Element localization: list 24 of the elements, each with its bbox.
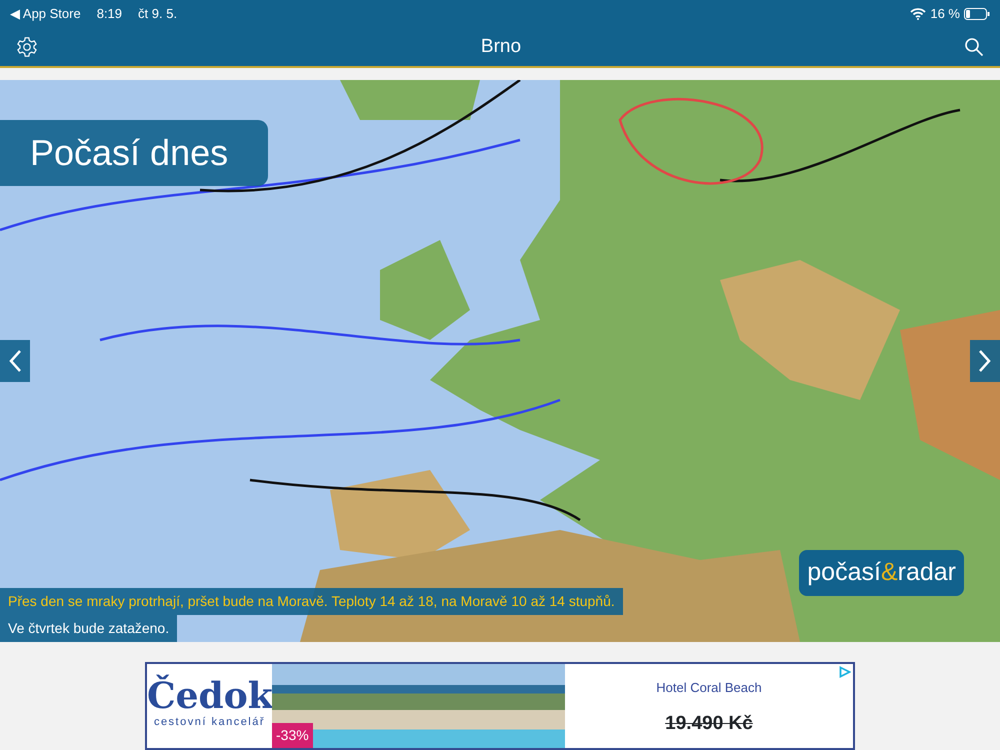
discount-label: -33%	[272, 723, 313, 748]
price-text: 19.490 Kč	[664, 712, 754, 736]
battery-icon	[964, 8, 990, 20]
advertiser-tagline: cestovní kancelář	[152, 715, 266, 730]
map-title-banner: Počasí dnes	[0, 120, 268, 186]
search-button[interactable]	[964, 35, 984, 59]
search-icon	[964, 36, 984, 57]
battery-percent: 16 %	[930, 5, 960, 24]
settings-icon	[16, 36, 38, 58]
date-text: čt 9. 5.	[138, 5, 178, 24]
chevron-left-icon	[8, 348, 22, 373]
advertisement-banner[interactable]: Čedok cestovní kancelář -33% Hotel Coral Beach 19.490 Kč	[145, 662, 855, 750]
forecast-caption: Ve čtvrtek bude zataženo.	[0, 615, 178, 642]
chevron-right-icon	[978, 348, 992, 373]
brand-logo: počasí&radar	[799, 550, 964, 596]
wifi-icon	[910, 8, 926, 20]
hotel-name: Hotel Coral Beach	[655, 679, 763, 697]
previous-button[interactable]	[0, 340, 30, 382]
settings-button[interactable]	[16, 35, 38, 59]
city-title: Brno	[480, 34, 522, 59]
next-button[interactable]	[970, 340, 1000, 382]
clock-time: 8:19	[96, 5, 122, 24]
forecast-caption: Přes den se mraky protrhají, pršet bude na Moravě. Teploty 14 až 18, na Moravě 10 až 14 stupňů.	[0, 588, 623, 615]
back-to-app-link[interactable]: ◀ App Store	[10, 4, 81, 24]
